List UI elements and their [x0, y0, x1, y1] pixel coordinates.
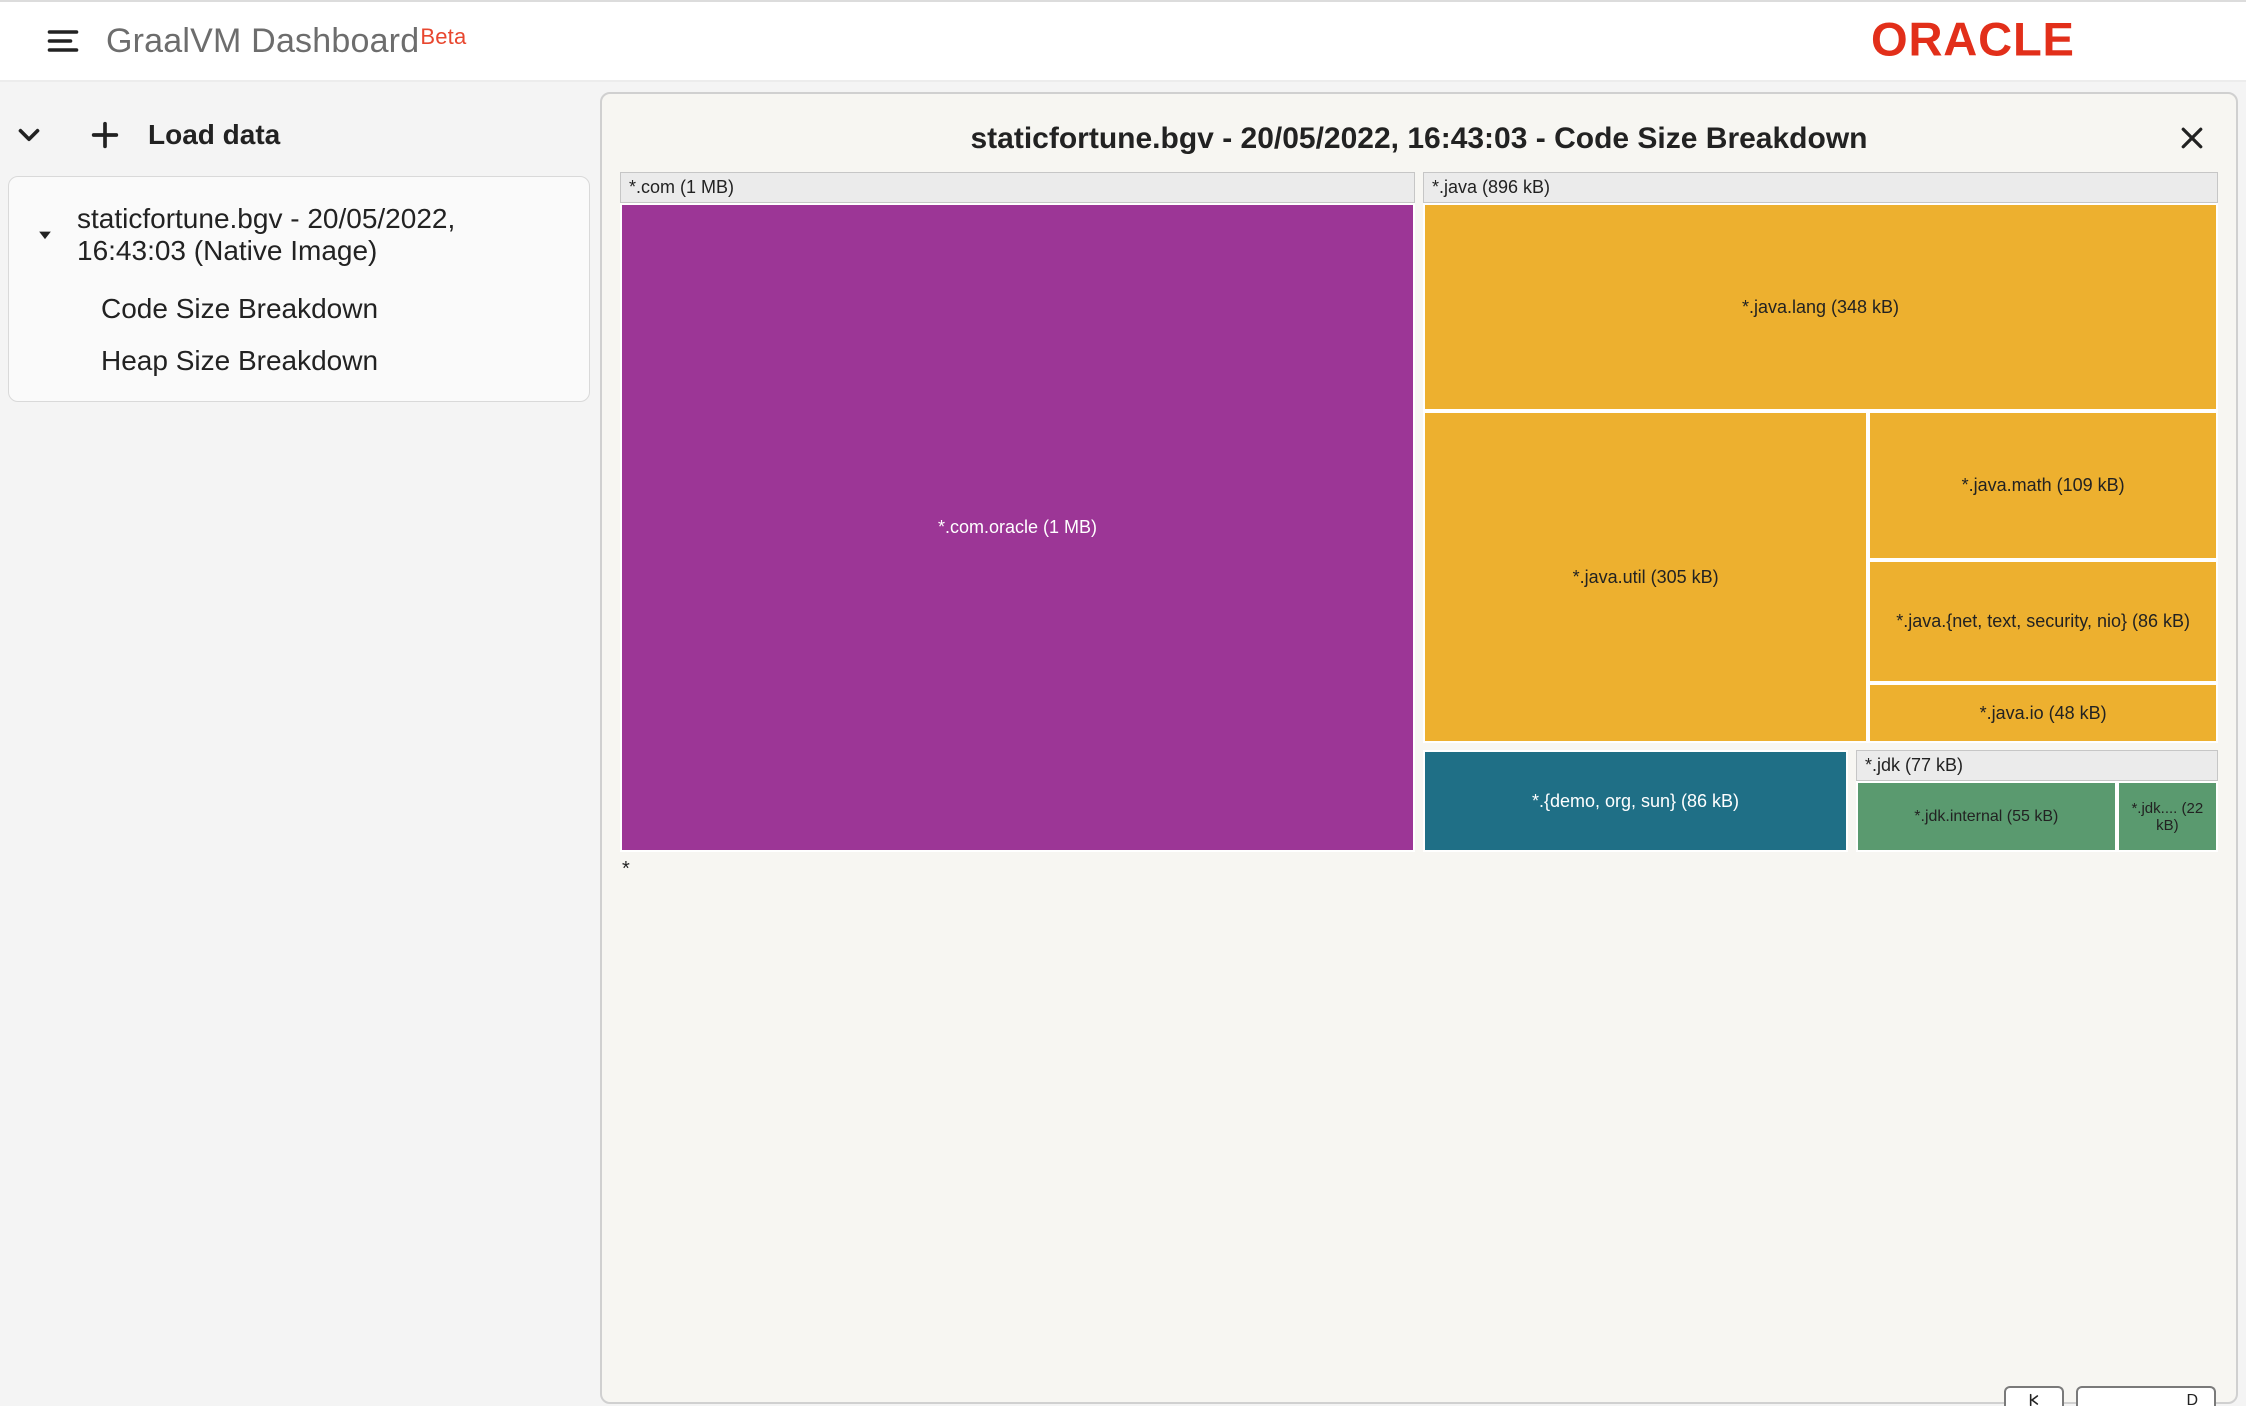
tree-item-code-size[interactable]: Code Size Breakdown [101, 293, 571, 325]
content: staticfortune.bgv - 20/05/2022, 16:43:03… [600, 82, 2246, 1404]
java-lower: *.java.util (305 kB) *.java.math (109 kB… [1423, 411, 2218, 743]
block-java-lang[interactable]: *.java.lang (348 kB) [1423, 203, 2218, 411]
app-title-text: GraalVM Dashboard [106, 22, 419, 61]
block-jdk-internal[interactable]: *.jdk.internal (55 kB) [1856, 781, 2117, 852]
breakdown-panel: staticfortune.bgv - 20/05/2022, 16:43:03… [600, 92, 2238, 1404]
sidebar: Load data staticfortune.bgv - 20/05/2022… [0, 82, 600, 1404]
group-header-com[interactable]: *.com (1 MB) [620, 172, 1415, 203]
panel-title: staticfortune.bgv - 20/05/2022, 16:43:03… [971, 122, 1868, 156]
treemap-right-column: *.java (896 kB) *.java.lang (348 kB) *.j… [1423, 172, 2218, 852]
trailing-group-header: * [620, 858, 2218, 881]
block-java-io[interactable]: *.java.io (48 kB) [1868, 683, 2218, 743]
treemap-group-java: *.java (896 kB) *.java.lang (348 kB) *.j… [1423, 172, 2218, 743]
group-header-java[interactable]: *.java (896 kB) [1423, 172, 2218, 203]
topbar-left: GraalVM Dashboard Beta [0, 20, 466, 62]
block-java-util[interactable]: *.java.util (305 kB) [1423, 411, 1868, 743]
dataset-children: Code Size Breakdown Heap Size Breakdown [101, 293, 571, 377]
block-demo-org-sun[interactable]: *.{demo, org, sun} (86 kB) [1423, 750, 1848, 852]
dataset-tree-panel: staticfortune.bgv - 20/05/2022, 16:43:03… [8, 176, 590, 402]
group-header-jdk[interactable]: *.jdk (77 kB) [1856, 750, 2218, 781]
partial-buttons: D [2004, 1386, 2216, 1406]
triangle-down-icon [35, 224, 55, 246]
treemap-group-com: *.com (1 MB) *.com.oracle (1 MB) [620, 172, 1415, 852]
dataset-root[interactable]: staticfortune.bgv - 20/05/2022, 16:43:03… [35, 203, 571, 267]
block-com-oracle[interactable]: *.com.oracle (1 MB) [620, 203, 1415, 852]
treemap-bottom-row: *.{demo, org, sun} (86 kB) *.jdk (77 kB)… [1423, 750, 2218, 852]
partial-button-second[interactable]: D [2076, 1386, 2216, 1406]
menu-icon[interactable] [42, 20, 84, 62]
dataset-root-label: staticfortune.bgv - 20/05/2022, 16:43:03… [77, 203, 571, 267]
jdk-body: *.jdk.internal (55 kB) *.jdk.... (22 kB) [1856, 781, 2218, 852]
svg-text:ORACLE: ORACLE [1871, 15, 2075, 66]
app-beta-badge: Beta [420, 24, 466, 50]
java-body: *.java.lang (348 kB) *.java.util (305 kB… [1423, 203, 2218, 743]
main: Load data staticfortune.bgv - 20/05/2022… [0, 82, 2246, 1404]
block-java-net[interactable]: *.java.{net, text, security, nio} (86 kB… [1868, 560, 2218, 683]
oracle-logo: ORACLE [1871, 15, 2229, 67]
close-icon[interactable] [2174, 120, 2210, 156]
chevron-down-icon[interactable] [10, 116, 48, 154]
tree-item-heap-size[interactable]: Heap Size Breakdown [101, 345, 571, 377]
app-title: GraalVM Dashboard Beta [106, 22, 466, 61]
partial-button-first[interactable] [2004, 1386, 2064, 1406]
java-right: *.java.math (109 kB) *.java.{net, text, … [1868, 411, 2218, 743]
load-data-row: Load data [2, 96, 590, 176]
load-data-label[interactable]: Load data [148, 119, 280, 151]
treemap: *.com (1 MB) *.com.oracle (1 MB) *.java … [620, 172, 2218, 852]
panel-header: staticfortune.bgv - 20/05/2022, 16:43:03… [620, 104, 2218, 172]
block-jdk-other[interactable]: *.jdk.... (22 kB) [2117, 781, 2218, 852]
treemap-group-jdk: *.jdk (77 kB) *.jdk.internal (55 kB) *.j… [1856, 750, 2218, 852]
plus-icon[interactable] [86, 116, 124, 154]
block-java-math[interactable]: *.java.math (109 kB) [1868, 411, 2218, 560]
topbar: GraalVM Dashboard Beta ORACLE [0, 0, 2246, 82]
